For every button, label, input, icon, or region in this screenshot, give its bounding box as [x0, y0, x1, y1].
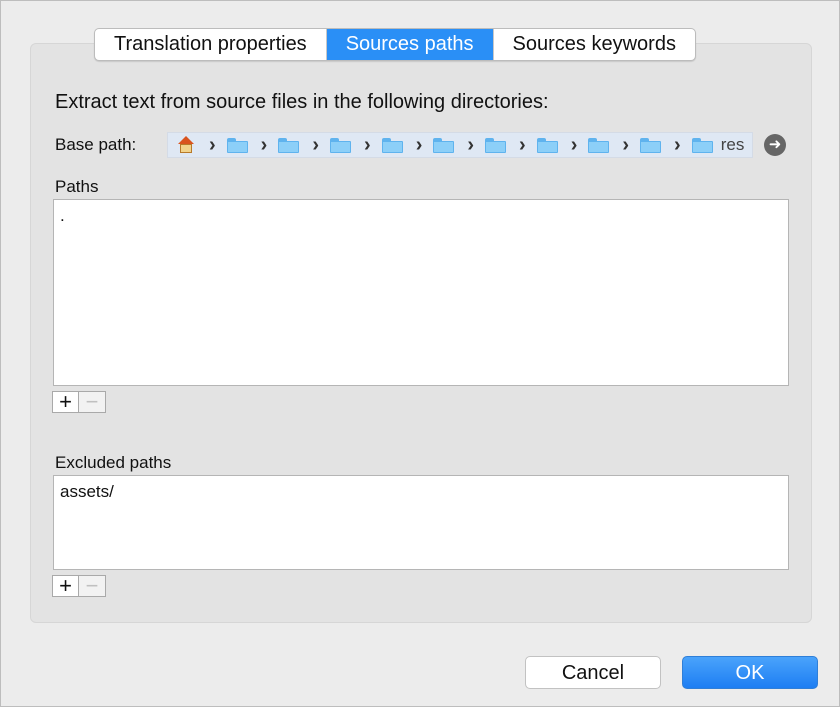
- folder-icon: [381, 137, 403, 153]
- excluded-paths-list[interactable]: assets/: [53, 475, 789, 570]
- tab-sources-keywords[interactable]: Sources keywords: [494, 29, 695, 60]
- chevron-right-icon: ›: [519, 134, 526, 156]
- path-crumb-folder[interactable]: ›: [433, 134, 475, 156]
- chevron-right-icon: ›: [364, 134, 371, 156]
- path-crumb-folder[interactable]: ›: [640, 134, 681, 156]
- path-crumb-folder[interactable]: ›: [588, 134, 630, 156]
- tab-translation-properties[interactable]: Translation properties: [95, 29, 327, 60]
- folder-icon: [278, 137, 300, 153]
- chevron-right-icon: ›: [570, 134, 578, 156]
- base-path-label: Base path:: [55, 135, 137, 154]
- folder-icon: [536, 137, 558, 153]
- folder-icon: [330, 137, 352, 153]
- excluded-paths-label: Excluded paths: [55, 453, 172, 472]
- excluded-controls: + −: [52, 575, 106, 597]
- chevron-right-icon: ›: [674, 134, 681, 156]
- path-crumb-folder[interactable]: ›: [485, 134, 526, 156]
- path-crumb-folder[interactable]: ›: [226, 134, 268, 156]
- path-crumb-last[interactable]: res: [691, 135, 745, 155]
- tab-sources-paths[interactable]: Sources paths: [326, 29, 494, 60]
- folder-icon: [640, 137, 662, 153]
- section-heading: Extract text from source files in the fo…: [55, 91, 549, 113]
- base-path-control[interactable]: › › › › › › › › › › res: [167, 132, 753, 158]
- paths-list[interactable]: .: [53, 199, 789, 386]
- chevron-right-icon: ›: [312, 134, 320, 156]
- folder-icon: [433, 137, 455, 153]
- path-crumb-text: res: [720, 135, 745, 154]
- cancel-button[interactable]: Cancel: [525, 656, 661, 689]
- remove-path-button[interactable]: −: [79, 391, 106, 413]
- path-crumb-folder[interactable]: ›: [381, 134, 423, 156]
- chevron-right-icon: ›: [260, 134, 268, 156]
- chevron-right-icon: ›: [622, 134, 630, 156]
- paths-label: Paths: [55, 177, 99, 196]
- add-excluded-button[interactable]: +: [52, 575, 79, 597]
- remove-excluded-button[interactable]: −: [79, 575, 106, 597]
- paths-controls: + −: [52, 391, 106, 413]
- chevron-right-icon: ›: [209, 134, 216, 156]
- dialog-window: Translation properties Sources paths Sou…: [0, 0, 840, 707]
- folder-icon: [485, 137, 507, 153]
- folder-icon: [226, 137, 248, 153]
- chevron-right-icon: ›: [415, 134, 423, 156]
- list-item[interactable]: .: [60, 206, 782, 226]
- reveal-arrow-icon[interactable]: ➜: [764, 134, 786, 156]
- path-crumb-folder[interactable]: ›: [536, 134, 578, 156]
- path-crumb-folder[interactable]: ›: [330, 134, 371, 156]
- chevron-right-icon: ›: [467, 134, 475, 156]
- home-icon: [176, 136, 196, 154]
- ok-button[interactable]: OK: [682, 656, 818, 689]
- add-path-button[interactable]: +: [52, 391, 79, 413]
- folder-icon: [691, 137, 713, 153]
- path-crumb-folder[interactable]: ›: [278, 134, 320, 156]
- folder-icon: [588, 137, 610, 153]
- list-item[interactable]: assets/: [60, 482, 782, 502]
- path-crumb-home[interactable]: ›: [176, 134, 216, 156]
- tab-bar: Translation properties Sources paths Sou…: [94, 28, 696, 61]
